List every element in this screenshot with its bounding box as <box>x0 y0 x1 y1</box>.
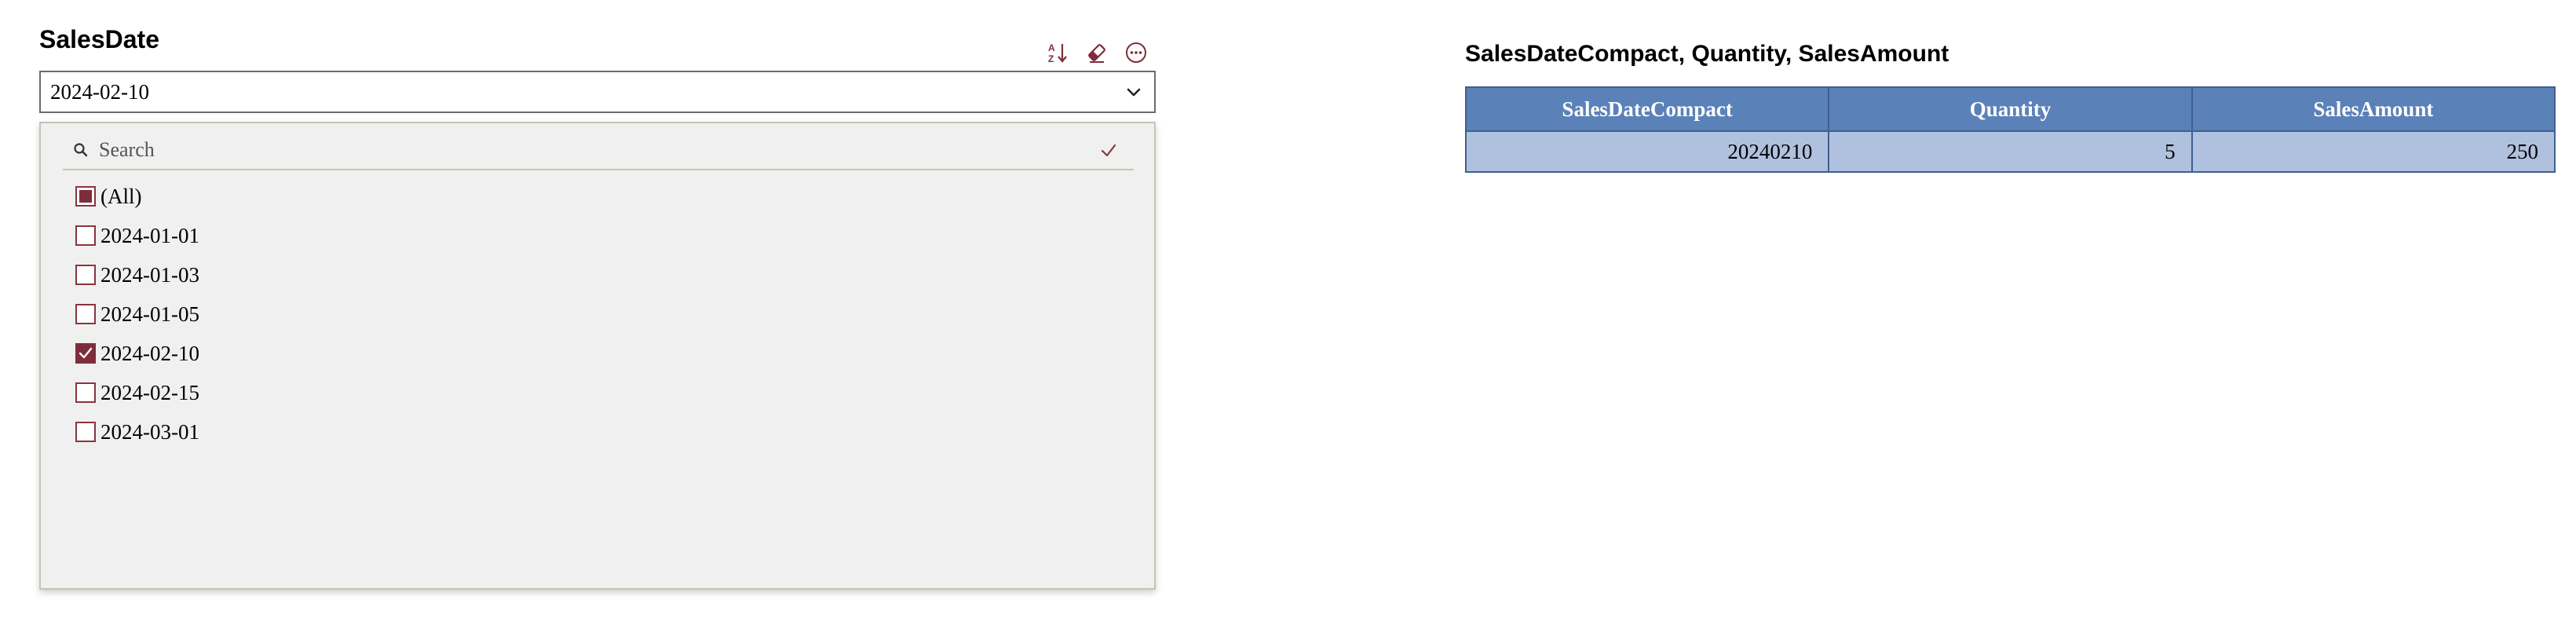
slicer-selected-value: 2024-02-10 <box>50 79 149 104</box>
table-header-row: SalesDateCompact Quantity SalesAmount <box>1464 86 2556 132</box>
checkmark-icon[interactable] <box>1093 134 1124 166</box>
table-column-header[interactable]: Quantity <box>1828 86 2193 132</box>
slicer-dropdown[interactable]: 2024-02-10 <box>39 71 1156 113</box>
search-row <box>63 131 1134 170</box>
checkbox[interactable] <box>75 343 96 364</box>
slicer-item-label: (All) <box>100 184 142 208</box>
table-column-header[interactable]: SalesAmount <box>2191 86 2556 132</box>
slicer-item[interactable]: (All) <box>75 177 199 216</box>
slicer-toolbar: A Z <box>1044 39 1149 66</box>
sort-az-icon[interactable]: A Z <box>1044 39 1071 66</box>
checkbox[interactable] <box>75 225 96 246</box>
checkbox[interactable] <box>75 186 96 207</box>
svg-text:A: A <box>1048 42 1055 53</box>
search-icon <box>69 138 93 162</box>
checkbox[interactable] <box>75 382 96 403</box>
table-body: 20240210 5 250 <box>1464 130 2556 173</box>
table-row: 20240210 5 250 <box>1464 130 2556 173</box>
chevron-down-icon <box>1124 82 1143 101</box>
slicer-item-label: 2024-01-05 <box>100 302 199 326</box>
slicer-item[interactable]: 2024-01-05 <box>75 294 199 334</box>
checkbox[interactable] <box>75 304 96 324</box>
slicer-item-label: 2024-02-10 <box>100 341 199 365</box>
table-cell: 250 <box>2191 130 2556 173</box>
slicer-item-label: 2024-01-03 <box>100 262 199 287</box>
checkbox[interactable] <box>75 422 96 442</box>
more-options-icon[interactable] <box>1123 39 1149 66</box>
slicer-title: SalesDate <box>39 25 159 53</box>
slicer-item-label: 2024-01-01 <box>100 223 199 247</box>
slicer-item[interactable]: 2024-02-10 <box>75 334 199 373</box>
table-column-header[interactable]: SalesDateCompact <box>1464 86 1830 132</box>
slicer-dropdown-panel: (All) 2024-01-01 2024-01-03 2024-01-05 2024-… <box>39 122 1156 590</box>
slicer-item-list: (All) 2024-01-01 2024-01-03 2024-01-05 2024-… <box>75 177 199 452</box>
slicer-item[interactable]: 2024-01-03 <box>75 255 199 294</box>
table-cell: 20240210 <box>1464 130 1830 173</box>
table-cell: 5 <box>1828 130 2193 173</box>
search-input[interactable] <box>99 134 1093 166</box>
svg-text:Z: Z <box>1048 53 1054 64</box>
data-table: SalesDateCompact Quantity SalesAmount 2024… <box>1464 86 2556 173</box>
eraser-icon[interactable] <box>1083 39 1110 66</box>
slicer-item[interactable]: 2024-02-15 <box>75 373 199 412</box>
checkbox[interactable] <box>75 265 96 285</box>
slicer-item-label: 2024-03-01 <box>100 419 199 444</box>
slicer-item[interactable]: 2024-01-01 <box>75 216 199 255</box>
slicer-item[interactable]: 2024-03-01 <box>75 412 199 452</box>
table-title: SalesDateCompact, Quantity, SalesAmount <box>1465 41 1949 67</box>
slicer-item-label: 2024-02-15 <box>100 380 199 404</box>
